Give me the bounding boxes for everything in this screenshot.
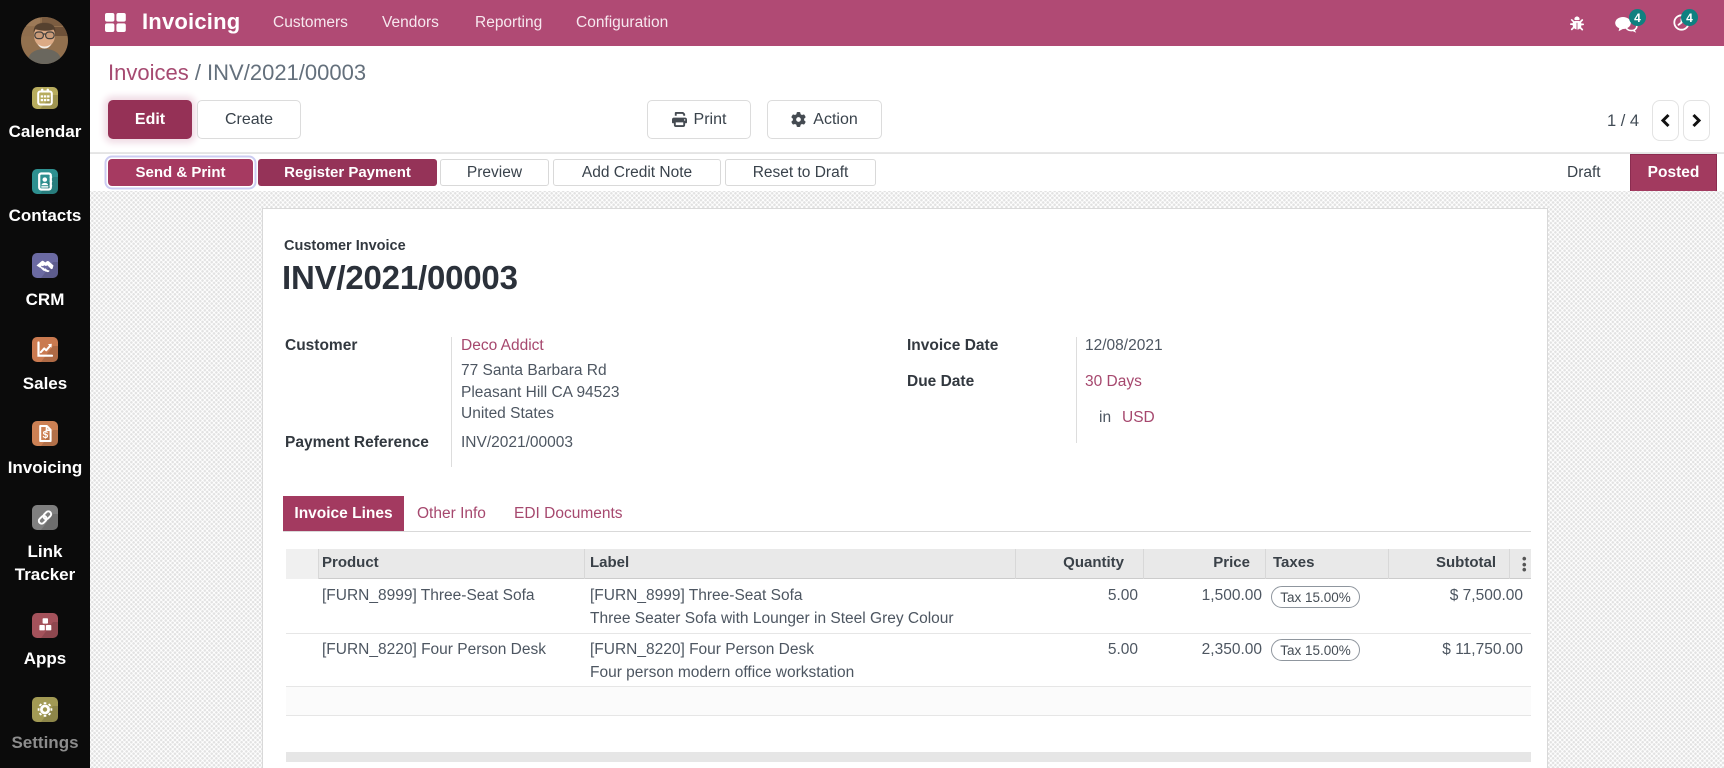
- svg-text:$: $: [43, 430, 49, 441]
